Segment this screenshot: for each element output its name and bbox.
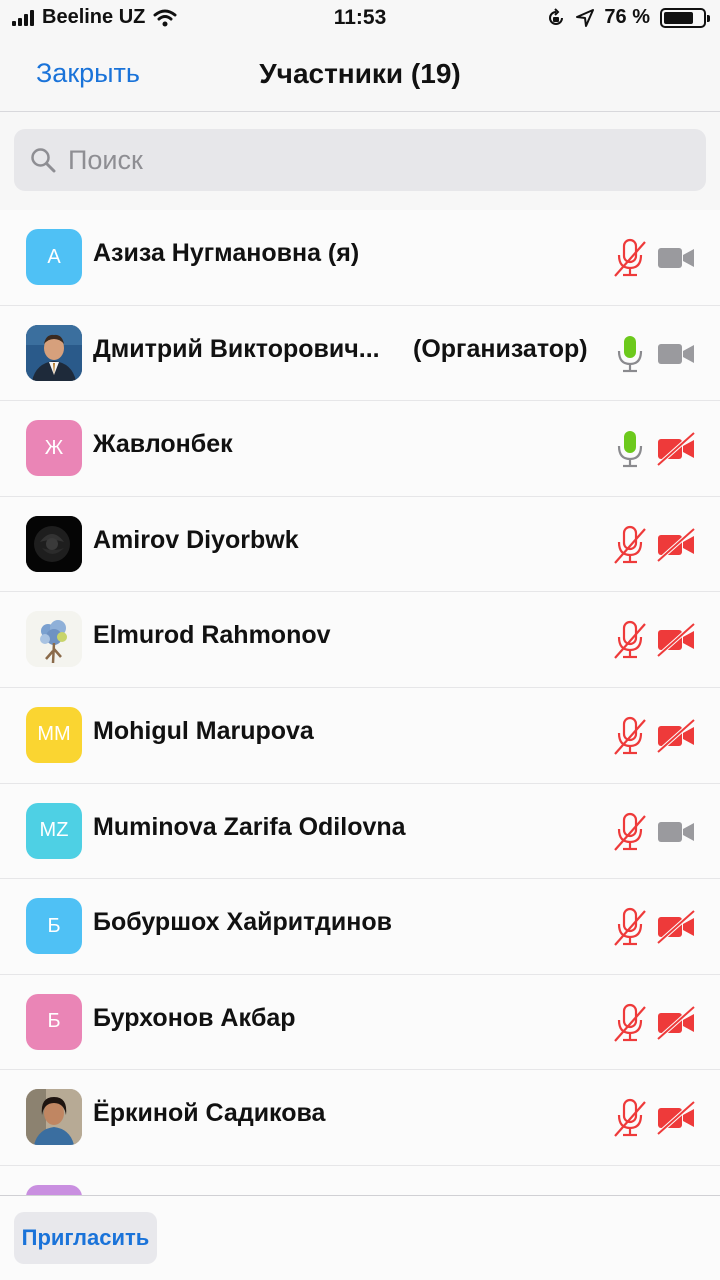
participant-name: Amirov Diyorbwk bbox=[93, 525, 299, 554]
participant-row[interactable]: Elmurod Rahmonov bbox=[0, 592, 720, 688]
avatar-initials: Б bbox=[47, 1010, 61, 1033]
participant-row[interactable]: Ж Жавлонбек bbox=[0, 401, 720, 497]
location-arrow-icon bbox=[576, 8, 595, 27]
avatar-initials: MZ bbox=[39, 819, 69, 842]
video-camera-icon[interactable] bbox=[656, 240, 696, 276]
avatar bbox=[26, 1184, 82, 1195]
avatar-initials: Б bbox=[47, 914, 61, 937]
status-right: 76 % bbox=[546, 6, 710, 29]
avatar: MZ bbox=[26, 802, 82, 859]
battery-percent: 76 % bbox=[604, 6, 650, 28]
mic-muted-icon[interactable] bbox=[612, 716, 648, 756]
orientation-lock-icon bbox=[549, 7, 564, 25]
mic-muted-icon[interactable] bbox=[612, 812, 648, 852]
video-camera-off-icon[interactable] bbox=[656, 431, 696, 467]
participant-row[interactable]: Б Бурхонов Акбар bbox=[0, 974, 720, 1071]
video-camera-icon[interactable] bbox=[656, 814, 696, 850]
avatar: Ж bbox=[26, 420, 82, 477]
mic-muted-icon[interactable] bbox=[612, 1003, 648, 1043]
avatar-initials: MM bbox=[37, 723, 71, 746]
video-camera-off-icon[interactable] bbox=[656, 527, 696, 563]
participant-name: Жавлонбек bbox=[93, 430, 233, 459]
battery-fill bbox=[664, 11, 693, 24]
close-button[interactable]: Закрыть bbox=[36, 58, 140, 89]
participant-name: Бурхонов Акбар bbox=[93, 1003, 296, 1032]
avatar: А bbox=[26, 229, 82, 285]
nav-bar: Закрыть Участники (19) bbox=[0, 36, 720, 112]
mic-on-icon[interactable] bbox=[612, 334, 648, 374]
avatar-initials: А bbox=[47, 245, 61, 268]
participant-name: Ёркиной Садикова bbox=[93, 1099, 326, 1128]
avatar-initials: Ж bbox=[44, 436, 64, 459]
avatar bbox=[26, 324, 82, 381]
participant-name: Дмитрий Викторович... bbox=[93, 334, 380, 363]
participant-row[interactable]: MM Mohigul Marupova bbox=[0, 687, 720, 784]
participant-name: Muminova Zarifa Odilovna bbox=[93, 812, 406, 841]
participant-row[interactable]: Б Бобуршох Хайритдинов bbox=[0, 879, 720, 975]
video-camera-icon[interactable] bbox=[656, 336, 696, 372]
participant-name: Азиза Нугмановна (я) bbox=[93, 239, 360, 267]
video-camera-off-icon[interactable] bbox=[656, 1100, 696, 1136]
participant-row[interactable]: Дмитрий Викторович... (Организатор) bbox=[0, 305, 720, 402]
avatar: Б bbox=[26, 898, 82, 955]
mic-muted-icon[interactable] bbox=[612, 525, 648, 565]
avatar bbox=[26, 1089, 82, 1146]
bottom-bar: Пригласить bbox=[0, 1195, 720, 1280]
participant-row[interactable] bbox=[0, 1165, 720, 1195]
participant-role: (Организатор) bbox=[413, 334, 588, 363]
avatar: MM bbox=[26, 706, 82, 763]
mic-muted-icon[interactable] bbox=[612, 907, 648, 947]
participant-list[interactable]: А Азиза Нугмановна (я) Дмитрий Викторович… bbox=[0, 210, 720, 1195]
search-icon bbox=[31, 148, 56, 173]
video-camera-off-icon[interactable] bbox=[656, 718, 696, 754]
participant-name: Бобуршох Хайритдинов bbox=[93, 908, 393, 937]
search-section bbox=[0, 112, 720, 210]
mic-on-icon[interactable] bbox=[612, 429, 648, 469]
participant-row[interactable]: Ёркиной Садикова bbox=[0, 1070, 720, 1166]
participant-name: Elmurod Rahmonov bbox=[93, 621, 331, 650]
avatar bbox=[26, 611, 82, 668]
video-camera-off-icon[interactable] bbox=[656, 1005, 696, 1041]
participant-row[interactable]: Amirov Diyorbwk bbox=[0, 496, 720, 593]
mic-muted-icon[interactable] bbox=[612, 620, 648, 660]
search-input[interactable] bbox=[68, 144, 706, 176]
battery-icon bbox=[660, 7, 710, 28]
avatar bbox=[26, 515, 82, 572]
search-box[interactable] bbox=[14, 129, 706, 191]
mic-muted-icon[interactable] bbox=[612, 238, 648, 278]
invite-button[interactable]: Пригласить bbox=[14, 1212, 157, 1264]
participant-row[interactable]: А Азиза Нугмановна (я) bbox=[0, 210, 720, 306]
video-camera-off-icon[interactable] bbox=[656, 909, 696, 945]
avatar: Б bbox=[26, 993, 82, 1050]
status-bar: Beeline UZ 11:53 76 % bbox=[0, 0, 720, 36]
video-camera-off-icon[interactable] bbox=[656, 622, 696, 658]
participant-row[interactable]: MZ Muminova Zarifa Odilovna bbox=[0, 783, 720, 880]
mic-muted-icon[interactable] bbox=[612, 1098, 648, 1138]
participant-name: Mohigul Marupova bbox=[93, 716, 314, 745]
